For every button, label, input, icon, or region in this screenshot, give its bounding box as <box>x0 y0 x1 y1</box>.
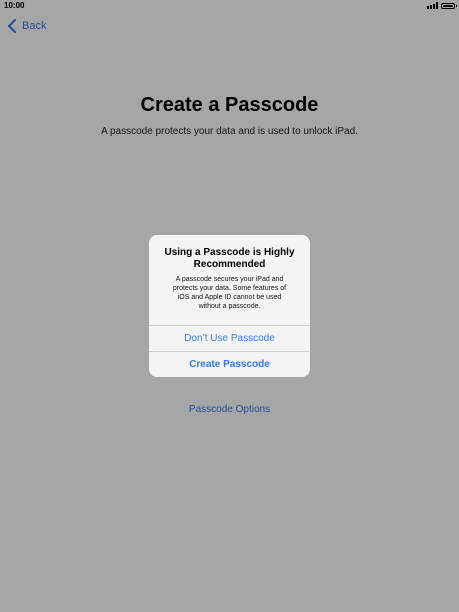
alert-title-line-2: Recommended <box>193 259 266 270</box>
alert-message-line-4: without a passcode. <box>198 303 261 310</box>
dont-use-passcode-button[interactable]: Don’t Use Passcode <box>149 325 310 351</box>
alert-body: Using a Passcode is Highly Recommended A… <box>149 235 310 325</box>
alert-title: Using a Passcode is Highly Recommended <box>159 247 300 271</box>
alert-message-line-3: iOS and Apple ID cannot be used <box>177 294 282 301</box>
alert-message: A passcode secures your iPad and protect… <box>159 275 300 311</box>
alert-message-line-1: A passcode secures your iPad and <box>175 276 284 283</box>
create-passcode-button[interactable]: Create Passcode <box>149 351 310 377</box>
alert-message-line-2: protects your data. Some features of <box>172 285 287 292</box>
alert-title-line-1: Using a Passcode is Highly <box>164 247 295 258</box>
passcode-alert: Using a Passcode is Highly Recommended A… <box>149 235 310 377</box>
